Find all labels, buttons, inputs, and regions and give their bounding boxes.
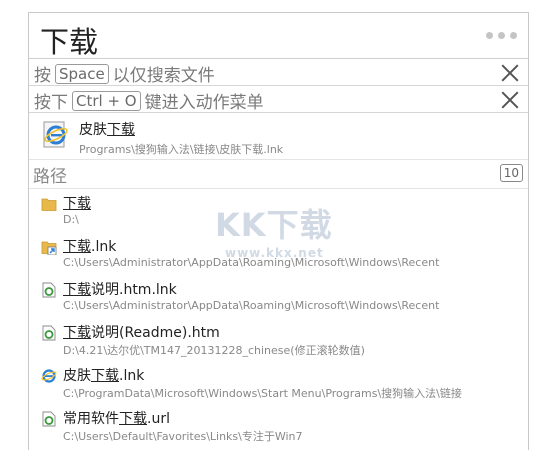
list-item[interactable]: 常用软件下载.url C:\Users\Default\Favorites\Li… xyxy=(29,404,528,447)
hint-text: 按 xyxy=(34,66,51,86)
list-item-title: 皮肤下载.lnk xyxy=(63,368,145,384)
list-item-title: 下载说明.htm.lnk xyxy=(63,282,177,298)
list-item-title: 下载.lnk xyxy=(63,239,117,255)
ie-icon xyxy=(41,369,57,383)
list-item-path: C:\Users\Administrator\AppData\Roaming\M… xyxy=(63,256,440,269)
section-header: 路径 10 xyxy=(29,160,528,189)
list-item[interactable]: 下载说明.htm.lnk C:\Users\Administrator\AppD… xyxy=(29,275,528,318)
list-item-path: C:\ProgramData\Microsoft\Windows\Start M… xyxy=(63,387,462,400)
top-result-title: 皮肤下载 xyxy=(79,122,135,138)
hint-search-files: 按 Space 以仅搜索文件 xyxy=(29,59,528,86)
list-item-path: D:\ xyxy=(63,213,79,226)
dot-icon xyxy=(510,32,517,39)
list-item[interactable]: 下载 D:\ xyxy=(29,189,528,232)
result-list: 下载 D:\ 下载.lnk C:\Users\Administrator\App… xyxy=(29,189,528,447)
folder-shortcut-icon xyxy=(41,241,57,255)
key-badge-ctrl-o: Ctrl + O xyxy=(72,90,141,111)
hint-text: 键进入动作菜单 xyxy=(144,93,264,113)
top-result-path: Programs\搜狗输入法\链接\皮肤下载.lnk xyxy=(79,143,284,156)
dot-icon xyxy=(498,32,505,39)
top-result[interactable]: 皮肤下载 Programs\搜狗输入法\链接\皮肤下载.lnk xyxy=(29,113,528,160)
list-item-path: C:\Users\Administrator\AppData\Roaming\M… xyxy=(63,299,440,312)
launcher-panel: 下载 按 Space 以仅搜索文件 按下 Ctrl + O 键进入动作菜单 皮肤 xyxy=(28,12,529,450)
search-box[interactable]: 下载 xyxy=(29,13,528,59)
list-item[interactable]: 皮肤下载.lnk C:\ProgramData\Microsoft\Window… xyxy=(29,361,528,404)
hint-action-menu: 按下 Ctrl + O 键进入动作菜单 xyxy=(29,86,528,113)
close-icon[interactable] xyxy=(501,91,519,109)
list-item[interactable]: 下载.lnk C:\Users\Administrator\AppData\Ro… xyxy=(29,232,528,275)
key-badge-space: Space xyxy=(55,63,109,84)
list-item-path: D:\4.21\达尔优\TM147_20131228_chinese(修正滚轮数… xyxy=(63,344,365,357)
result-count-badge: 10 xyxy=(499,164,523,182)
folder-icon xyxy=(41,198,57,211)
list-item-title: 下载 xyxy=(63,196,91,212)
hint-text: 按下 xyxy=(34,93,68,113)
list-item-title: 下载说明(Readme).htm xyxy=(63,325,220,341)
htm-file-icon xyxy=(42,325,56,341)
htm-file-icon xyxy=(42,411,56,427)
more-options-button[interactable] xyxy=(486,32,517,39)
htm-file-icon xyxy=(42,282,56,298)
close-icon[interactable] xyxy=(501,64,519,82)
list-item-path: C:\Users\Default\Favorites\Links\专注于Win7 xyxy=(63,430,303,443)
section-title: 路径 xyxy=(33,167,67,187)
list-item-title: 常用软件下载.url xyxy=(63,411,170,427)
list-item[interactable]: 下载说明(Readme).htm D:\4.21\达尔优\TM147_20131… xyxy=(29,318,528,361)
ie-icon xyxy=(43,121,68,148)
dot-icon xyxy=(486,32,493,39)
search-query-text[interactable]: 下载 xyxy=(40,19,98,61)
hint-text: 以仅搜索文件 xyxy=(112,66,215,86)
